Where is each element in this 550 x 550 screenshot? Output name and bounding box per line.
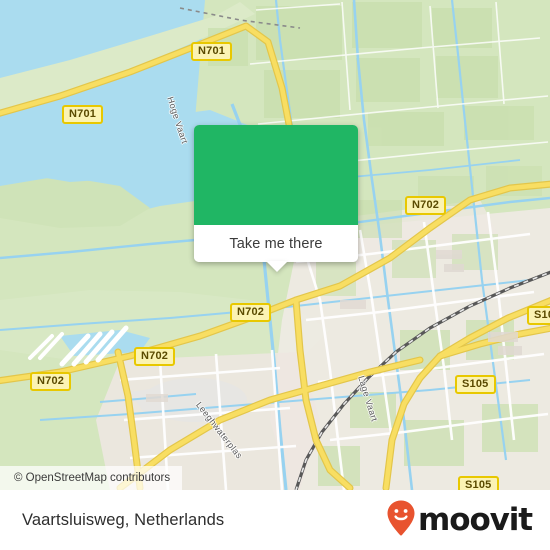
map-popup-callout[interactable]: Take me there xyxy=(194,125,358,272)
moovit-brand[interactable]: moovit xyxy=(386,499,533,542)
popup-pointer-tail xyxy=(266,261,288,272)
road-shield-s105-lower[interactable]: S105 xyxy=(458,476,499,490)
footer-bar: Vaartsluisweg, Netherlands moovit xyxy=(0,490,550,550)
road-shield-s105-upper[interactable]: S105 xyxy=(527,306,550,325)
moovit-pin-icon xyxy=(386,499,416,542)
road-shield-n701-top[interactable]: N701 xyxy=(191,42,233,61)
moovit-wordmark: moovit xyxy=(418,501,533,538)
popup-place-image xyxy=(194,125,358,225)
road-shield-s105-mid[interactable]: S105 xyxy=(455,375,496,394)
road-shield-n702-midleft[interactable]: N702 xyxy=(134,347,176,366)
road-shield-n702-center[interactable]: N702 xyxy=(230,303,272,322)
road-shield-n702-right[interactable]: N702 xyxy=(405,196,447,215)
osm-attribution[interactable]: © OpenStreetMap contributors xyxy=(0,466,183,490)
road-shield-n701-left[interactable]: N701 xyxy=(62,105,104,124)
road-shield-n702-left[interactable]: N702 xyxy=(30,372,72,391)
take-me-there-button[interactable]: Take me there xyxy=(194,225,358,262)
page-title: Vaartsluisweg, Netherlands xyxy=(22,510,225,529)
moovit-map-page: Hoge Vaart Leeghwaterplas Lage Vaart N70… xyxy=(0,0,550,550)
map-canvas[interactable]: Hoge Vaart Leeghwaterplas Lage Vaart N70… xyxy=(0,0,550,490)
